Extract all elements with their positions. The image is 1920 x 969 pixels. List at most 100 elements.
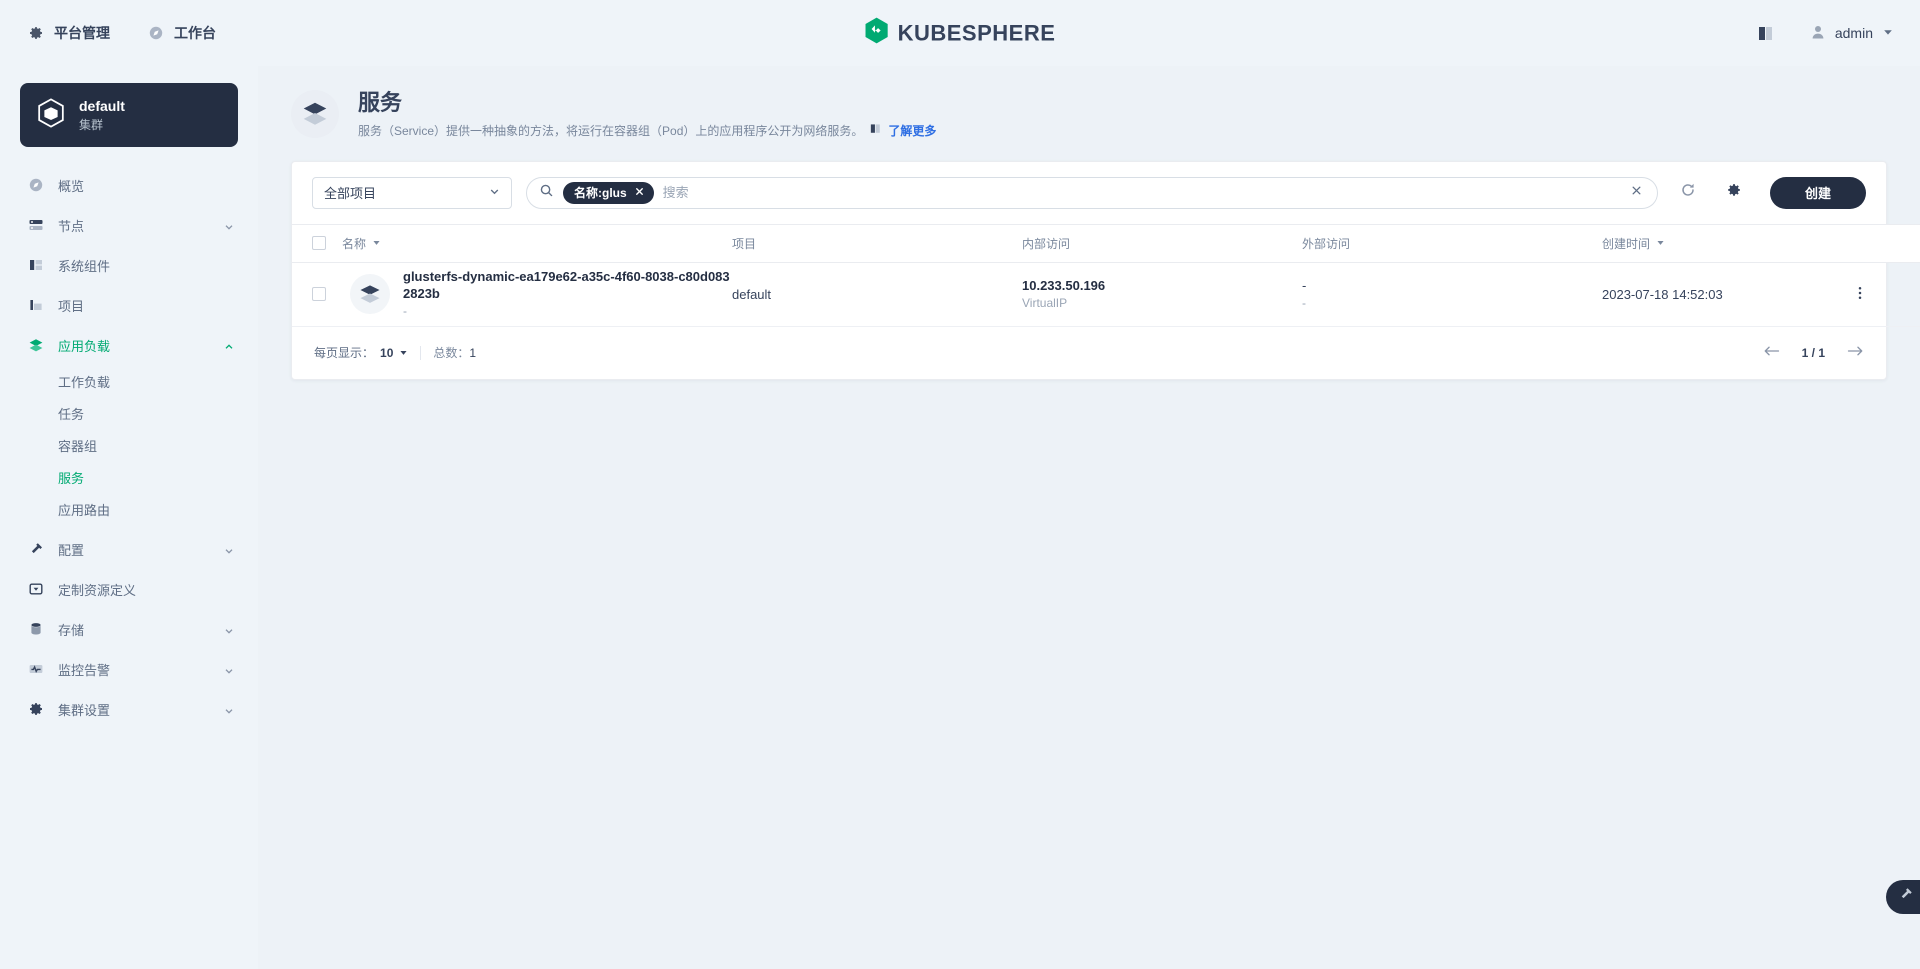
search-bar[interactable]: 名称:glus xyxy=(526,176,1658,209)
chevron-down-icon xyxy=(489,185,500,200)
hammer-icon xyxy=(28,541,44,557)
page-header: 服务 服务（Service）提供一种抽象的方法，将运行在容器组（Pod）上的应用… xyxy=(291,89,1887,139)
sidebar-sublabel-ingresses: 应用路由 xyxy=(58,502,111,518)
cell-name: glusterfs-dynamic-ea179e62-a35c-4f60-803… xyxy=(342,262,732,327)
chevron-up-icon xyxy=(224,340,234,350)
th-name-label: 名称 xyxy=(342,236,367,251)
sidebar-submenu-workloads: 工作负载 任务 容器组 服务 应用路由 xyxy=(0,365,258,529)
search-icon xyxy=(539,183,554,203)
topnav-item-platform[interactable]: 平台管理 xyxy=(24,17,114,49)
refresh-icon xyxy=(1680,182,1696,203)
th-internal-access: 内部访问 xyxy=(1022,223,1302,263)
sidebar-label-config: 配置 xyxy=(58,542,85,558)
sidebar-sublabel-pods: 容器组 xyxy=(58,438,98,454)
sidebar-subitem-services[interactable]: 服务 xyxy=(0,461,258,493)
th-actions xyxy=(1852,223,1920,263)
sidebar-label-projects: 项目 xyxy=(58,298,85,314)
service-name[interactable]: glusterfs-dynamic-ea179e62-a35c-4f60-803… xyxy=(403,268,732,302)
topnav-item-workbench[interactable]: 工作台 xyxy=(144,17,220,49)
per-page-value: 10 xyxy=(380,345,394,360)
page-description-row: 服务（Service）提供一种抽象的方法，将运行在容器组（Pod）上的应用程序公… xyxy=(358,122,936,139)
select-all-checkbox[interactable] xyxy=(312,236,326,250)
th-name[interactable]: 名称 xyxy=(342,223,732,263)
sidebar-label-components: 系统组件 xyxy=(58,258,111,274)
sidebar-item-cluster-settings[interactable]: 集群设置 xyxy=(0,689,258,729)
th-created-time[interactable]: 创建时间 xyxy=(1602,223,1852,263)
book-icon[interactable] xyxy=(1756,23,1776,43)
user-menu[interactable]: admin xyxy=(1810,24,1894,43)
sidebar-sublabel-workloads: 工作负载 xyxy=(58,374,111,390)
sidebar-item-projects[interactable]: 项目 xyxy=(0,285,258,325)
table-row[interactable]: glusterfs-dynamic-ea179e62-a35c-4f60-803… xyxy=(292,262,1920,327)
topnav-label-workbench: 工作台 xyxy=(174,25,216,41)
hammer-icon xyxy=(1897,886,1914,908)
book-icon xyxy=(869,122,882,138)
sidebar-subitem-workloads[interactable]: 工作负载 xyxy=(0,365,258,397)
th-created-label: 创建时间 xyxy=(1602,236,1651,251)
page-description: 服务（Service）提供一种抽象的方法，将运行在容器组（Pod）上的应用程序公… xyxy=(358,123,864,138)
sidebar-item-crd[interactable]: 定制资源定义 xyxy=(0,569,258,609)
sidebar-label-nodes: 节点 xyxy=(58,218,85,234)
sidebar-subitem-ingresses[interactable]: 应用路由 xyxy=(0,493,258,525)
topnav-label-platform: 平台管理 xyxy=(54,25,110,41)
th-project-label: 项目 xyxy=(732,236,757,251)
top-nav: 平台管理 工作台 xyxy=(24,17,220,49)
monitor-icon xyxy=(28,661,44,677)
total-count: 总数：1 xyxy=(433,344,476,361)
crd-icon xyxy=(28,581,44,597)
sidebar-label-workloads: 应用负载 xyxy=(58,338,111,354)
search-input[interactable] xyxy=(662,185,1615,200)
close-icon[interactable] xyxy=(1630,184,1643,202)
toolbox-fab[interactable] xyxy=(1886,880,1920,914)
gear-icon xyxy=(28,25,44,41)
chevron-down-icon xyxy=(399,346,408,360)
sidebar-subitem-pods[interactable]: 容器组 xyxy=(0,429,258,461)
arrow-right-icon[interactable] xyxy=(1847,345,1864,360)
cell-created-time: 2023-07-18 14:52:03 xyxy=(1602,262,1852,327)
create-button[interactable]: 创建 xyxy=(1770,176,1866,209)
components-icon xyxy=(28,257,44,273)
table-toolbar: 全部项目 名称:glus 搜索 创建 xyxy=(292,162,1886,224)
sidebar: default 集群 概览 节点 系统组件 项目 应用负载 工作负载 任务 容器… xyxy=(0,66,258,969)
sort-desc-icon xyxy=(372,236,381,250)
project-icon xyxy=(28,297,44,313)
page-title: 服务 xyxy=(358,90,403,115)
external-main: - xyxy=(1302,278,1307,293)
sidebar-item-overview[interactable]: 概览 xyxy=(0,165,258,205)
project-filter-select[interactable]: 全部项目 xyxy=(312,176,512,209)
sidebar-item-storage[interactable]: 存储 xyxy=(0,609,258,649)
sidebar-label-crd: 定制资源定义 xyxy=(58,582,137,598)
arrow-left-icon[interactable] xyxy=(1763,345,1780,360)
table-header: 名称 项目 内部访问 外部访问 创建时间 xyxy=(292,223,1920,263)
total-label: 总数： xyxy=(433,346,470,360)
chevron-down-icon xyxy=(224,704,234,714)
cluster-name: default xyxy=(79,97,125,114)
learn-more-link[interactable]: 了解更多 xyxy=(888,122,936,139)
sidebar-item-nodes[interactable]: 节点 xyxy=(0,205,258,245)
table-settings-button[interactable] xyxy=(1718,177,1750,209)
row-checkbox[interactable] xyxy=(312,287,326,301)
th-internal-label: 内部访问 xyxy=(1022,236,1071,251)
sidebar-item-monitoring[interactable]: 监控告警 xyxy=(0,649,258,689)
sidebar-item-components[interactable]: 系统组件 xyxy=(0,245,258,285)
service-name-sub: - xyxy=(403,304,407,319)
more-vertical-icon[interactable] xyxy=(1852,285,1900,304)
compass-icon xyxy=(148,25,164,41)
user-name: admin xyxy=(1834,25,1873,41)
sidebar-subitem-jobs[interactable]: 任务 xyxy=(0,397,258,429)
close-icon[interactable] xyxy=(634,186,645,200)
cluster-selector[interactable]: default 集群 xyxy=(20,83,238,147)
brand-logo[interactable]: KUBESPHERE xyxy=(865,17,1056,49)
chevron-down-icon xyxy=(224,624,234,634)
sidebar-item-config[interactable]: 配置 xyxy=(0,529,258,569)
pagination-divider xyxy=(420,345,422,360)
storage-icon xyxy=(28,621,44,637)
pagination: 每页显示： 10 总数：1 1 / 1 xyxy=(292,327,1886,379)
cell-external-access: - - xyxy=(1302,262,1602,327)
per-page-selector[interactable]: 每页显示： 10 xyxy=(314,344,408,361)
sidebar-item-workloads[interactable]: 应用负载 xyxy=(0,325,258,365)
refresh-button[interactable] xyxy=(1672,177,1704,209)
cube-icon xyxy=(36,97,66,134)
th-external-label: 外部访问 xyxy=(1302,236,1351,251)
created-time: 2023-07-18 14:52:03 xyxy=(1602,286,1723,302)
